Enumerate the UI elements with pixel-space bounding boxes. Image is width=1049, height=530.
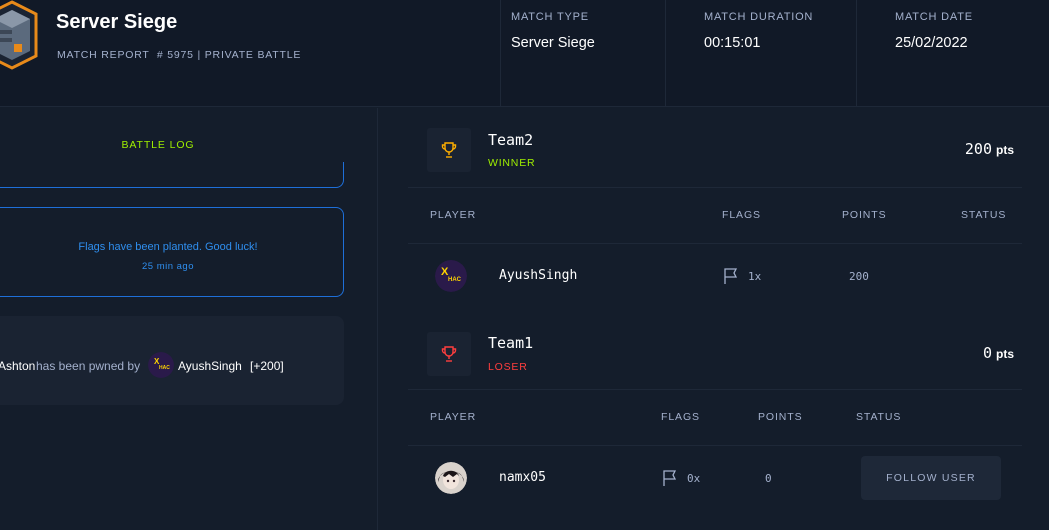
flag-icon <box>663 470 677 486</box>
col-flags: FLAGS <box>722 209 761 221</box>
match-type-label: MATCH TYPE <box>511 11 589 23</box>
player-name[interactable]: namx05 <box>499 470 546 485</box>
team-name: Team2 <box>488 131 534 149</box>
event-victim[interactable]: Ashton <box>0 359 35 373</box>
table-header: PLAYER FLAGS POINTS STATUS <box>408 188 1022 244</box>
col-flags: FLAGS <box>661 411 700 423</box>
player-flags: 1x <box>748 270 762 283</box>
match-type-value: Server Siege <box>511 35 595 51</box>
trophy-icon <box>427 128 471 172</box>
team-name: Team1 <box>488 334 534 352</box>
team-points-value: 200 <box>964 140 992 158</box>
table-header: PLAYER FLAGS POINTS STATUS <box>408 390 1022 446</box>
match-type-block: MATCH TYPE Server Siege <box>500 0 665 107</box>
server-siege-icon <box>0 0 38 70</box>
col-player: PLAYER <box>430 411 477 423</box>
match-header: Server Siege MATCH REPORT # 5975 | PRIVA… <box>0 0 1049 107</box>
match-duration-block: MATCH DURATION 00:15:01 <box>665 0 857 107</box>
trophy-icon <box>427 332 471 376</box>
log-message: Flags have been planted. Good luck! <box>78 241 258 253</box>
match-subtitle: MATCH REPORT # 5975 | PRIVATE BATTLE <box>57 49 302 61</box>
match-date-block: MATCH DATE 25/02/2022 <box>856 0 1049 107</box>
event-text: has been pwned by <box>36 359 141 373</box>
col-status: STATUS <box>856 411 902 423</box>
match-duration-label: MATCH DURATION <box>704 11 814 23</box>
team-result: LOSER <box>488 361 528 373</box>
match-date-value: 25/02/2022 <box>895 35 968 51</box>
team-points: 200 pts <box>965 140 1014 158</box>
col-points: POINTS <box>842 209 887 221</box>
log-message-time: 25 min ago <box>141 261 194 272</box>
table-row: namx05 0x 0 FOLLOW USER <box>408 446 1022 510</box>
event-points: [+200] <box>250 359 284 373</box>
follow-user-button[interactable]: FOLLOW USER <box>861 456 1001 500</box>
table-row: X HAC AyushSingh 1x 200 <box>408 244 1022 308</box>
match-date-label: MATCH DATE <box>895 11 973 23</box>
player-name[interactable]: AyushSingh <box>499 268 577 283</box>
col-player: PLAYER <box>430 209 477 221</box>
team-header-team2: Team2 WINNER 200 pts <box>408 118 1022 188</box>
avatar[interactable] <box>435 462 467 494</box>
log-card-message: Flags have been planted. Good luck! 25 m… <box>0 207 344 297</box>
flag-icon <box>724 268 738 284</box>
log-card-event: Ashton has been pwned by X HAC AyushSing… <box>0 316 344 405</box>
event-user-avatar[interactable]: X HAC <box>148 352 174 378</box>
player-points: 200 <box>849 270 869 283</box>
team-result: WINNER <box>488 157 536 169</box>
event-user[interactable]: AyushSingh <box>178 359 242 373</box>
col-status: STATUS <box>961 209 1007 221</box>
page-title: Server Siege <box>56 11 178 33</box>
avatar[interactable]: X HAC <box>435 260 467 292</box>
player-points: 0 <box>765 472 772 485</box>
battle-log-title: BATTLE LOG <box>121 139 195 151</box>
match-duration-value: 00:15:01 <box>704 35 761 51</box>
col-points: POINTS <box>758 411 803 423</box>
log-card-previous <box>0 162 344 188</box>
team-header-team1: Team1 LOSER 0 pts <box>408 320 1022 390</box>
player-flags: 0x <box>687 472 701 485</box>
team-points-value: 0 <box>982 344 992 362</box>
battle-log-panel[interactable]: BATTLE LOG Flags have been planted. Good… <box>0 108 378 530</box>
team-points: 0 pts <box>983 344 1014 362</box>
team-points-unit: pts <box>996 347 1014 361</box>
svg-text:HAC: HAC <box>448 277 462 283</box>
team-points-unit: pts <box>996 143 1014 157</box>
svg-text:HAC: HAC <box>159 365 170 371</box>
